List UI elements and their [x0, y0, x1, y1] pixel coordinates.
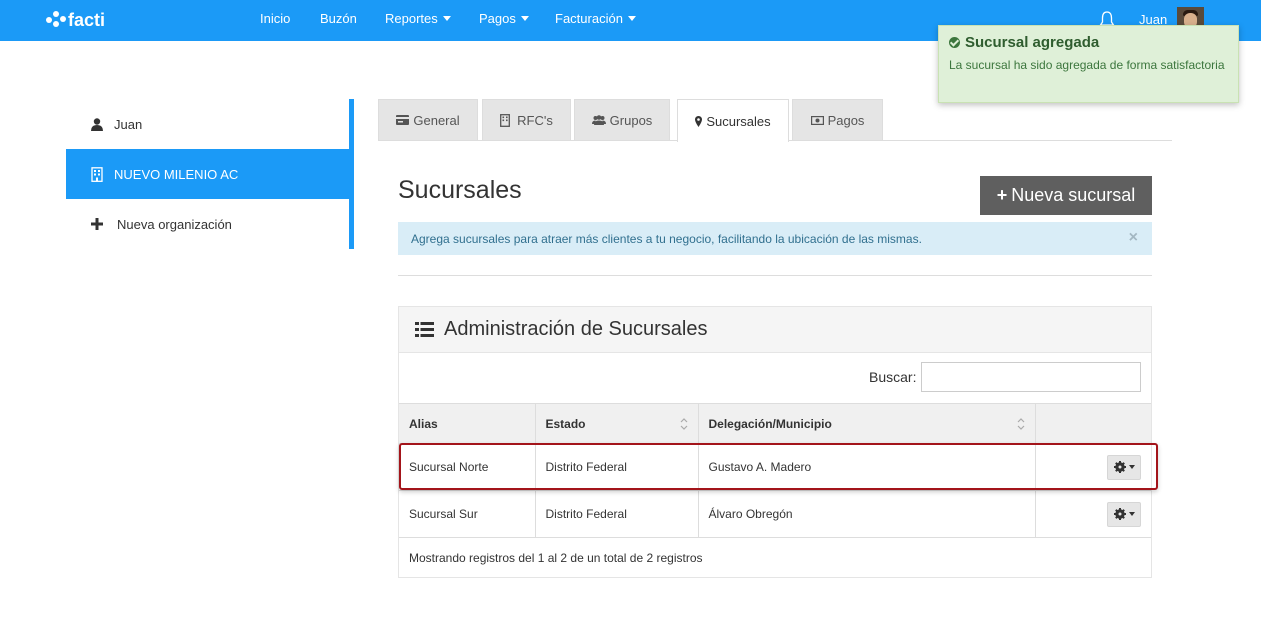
column-header-actions — [1035, 403, 1151, 444]
cell-estado: Distrito Federal — [535, 490, 699, 538]
nav-inicio[interactable]: Inicio — [260, 11, 290, 26]
sidebar: Juan NUEVO MILENIO AC Nueva organización — [66, 99, 354, 249]
nav-facturacion[interactable]: Facturación — [555, 11, 636, 26]
tab-label: Sucursales — [706, 113, 771, 129]
user-icon — [90, 117, 104, 131]
cell-delegacion: Gustavo A. Madero — [698, 443, 1036, 491]
nav-pagos-label: Pagos — [479, 11, 516, 26]
branches-panel: Administración de Sucursales Buscar: Ali… — [398, 306, 1152, 578]
map-marker-icon — [695, 115, 703, 127]
sidebar-item-new-organization[interactable]: Nueva organización — [66, 199, 349, 249]
chevron-down-icon — [627, 16, 636, 21]
column-header-delegacion[interactable]: Delegación/Municipio — [698, 403, 1036, 444]
list-icon — [415, 322, 434, 337]
nav-reportes[interactable]: Reportes — [385, 11, 451, 26]
page-title: Sucursales — [398, 176, 522, 204]
panel-title: Administración de Sucursales — [444, 318, 708, 340]
tab-bar: General RFC's Grupos Sucursales Pagos — [378, 99, 1172, 142]
tab-sucursales[interactable]: Sucursales — [677, 99, 789, 142]
gear-icon — [1113, 461, 1126, 473]
search-row: Buscar: — [399, 353, 1151, 403]
credit-card-icon — [396, 115, 410, 125]
table-header-row: Alias Estado Delegación/Municipio — [399, 403, 1151, 444]
cell-estado: Distrito Federal — [535, 443, 699, 491]
sort-icon — [1017, 418, 1024, 430]
users-icon — [591, 115, 606, 125]
close-icon[interactable]: × — [1129, 229, 1138, 247]
search-label: Buscar: — [869, 369, 917, 385]
cell-actions — [1035, 490, 1151, 538]
table-row[interactable]: Sucursal Norte Distrito Federal Gustavo … — [399, 443, 1151, 491]
column-header-label: Alias — [409, 416, 438, 431]
cell-alias: Sucursal Norte — [399, 443, 536, 491]
info-alert-text: Agrega sucursales para atraer más client… — [411, 231, 922, 246]
plus-icon: + — [996, 185, 1008, 205]
nav-facturacion-label: Facturación — [555, 11, 623, 26]
check-circle-icon — [949, 37, 960, 48]
tab-label: RFC's — [517, 112, 553, 128]
new-branch-button-label: Nueva sucursal — [1011, 185, 1136, 205]
building-icon — [500, 113, 511, 127]
cell-actions — [1035, 443, 1151, 491]
toast-title-row: Sucursal agregada — [949, 34, 1228, 51]
tab-label: Pagos — [827, 112, 865, 128]
tab-rfcs[interactable]: RFC's — [482, 99, 571, 140]
column-header-estado[interactable]: Estado — [535, 403, 699, 444]
chevron-down-icon — [442, 16, 451, 21]
building-icon — [90, 166, 104, 182]
success-toast[interactable]: Sucursal agregada La sucursal ha sido ag… — [938, 25, 1239, 103]
tab-label: General — [413, 112, 460, 128]
column-header-label: Delegación/Municipio — [708, 416, 832, 431]
brand-name: facti — [68, 9, 106, 30]
row-actions-button[interactable] — [1107, 454, 1141, 480]
logo-icon — [46, 11, 66, 29]
tab-grupos[interactable]: Grupos — [574, 99, 670, 140]
toast-message: La sucursal ha sido agregada de forma sa… — [949, 58, 1225, 72]
panel-header: Administración de Sucursales — [399, 307, 1151, 353]
money-icon — [810, 115, 824, 125]
gear-icon — [1113, 508, 1126, 520]
chevron-down-icon — [1128, 512, 1135, 516]
sidebar-item-label: Nueva organización — [117, 216, 232, 232]
row-actions-button[interactable] — [1107, 501, 1141, 527]
cell-alias: Sucursal Sur — [399, 490, 536, 538]
search-input[interactable] — [921, 362, 1141, 392]
tab-pagos[interactable]: Pagos — [792, 99, 883, 140]
chevron-down-icon — [1128, 465, 1135, 469]
info-alert: Agrega sucursales para atraer más client… — [398, 222, 1152, 255]
cell-delegacion: Álvaro Obregón — [698, 490, 1036, 538]
chevron-down-icon — [520, 16, 529, 21]
sidebar-item-label: Juan — [114, 116, 143, 132]
sidebar-item-user[interactable]: Juan — [66, 99, 349, 149]
plus-icon — [90, 218, 104, 230]
new-branch-button[interactable]: + Nueva sucursal — [980, 176, 1152, 215]
nav-buzon[interactable]: Buzón — [320, 11, 357, 26]
sidebar-item-organization[interactable]: NUEVO MILENIO AC — [66, 149, 349, 199]
toast-title: Sucursal agregada — [965, 34, 1100, 51]
branches-table: Alias Estado Delegación/Municipio Sucurs… — [399, 403, 1151, 538]
brand-logo[interactable]: facti — [46, 6, 105, 34]
column-header-alias[interactable]: Alias — [399, 403, 536, 444]
sort-icon — [680, 418, 687, 430]
divider — [398, 275, 1152, 276]
nav-reportes-label: Reportes — [385, 11, 438, 26]
nav-pagos[interactable]: Pagos — [479, 11, 529, 26]
table-info: Mostrando registros del 1 al 2 de un tot… — [409, 551, 703, 565]
tab-label: Grupos — [609, 112, 653, 128]
column-header-label: Estado — [545, 416, 586, 431]
table-row[interactable]: Sucursal Sur Distrito Federal Álvaro Obr… — [399, 490, 1151, 538]
sidebar-item-label: NUEVO MILENIO AC — [114, 166, 239, 182]
tab-general[interactable]: General — [378, 99, 478, 140]
